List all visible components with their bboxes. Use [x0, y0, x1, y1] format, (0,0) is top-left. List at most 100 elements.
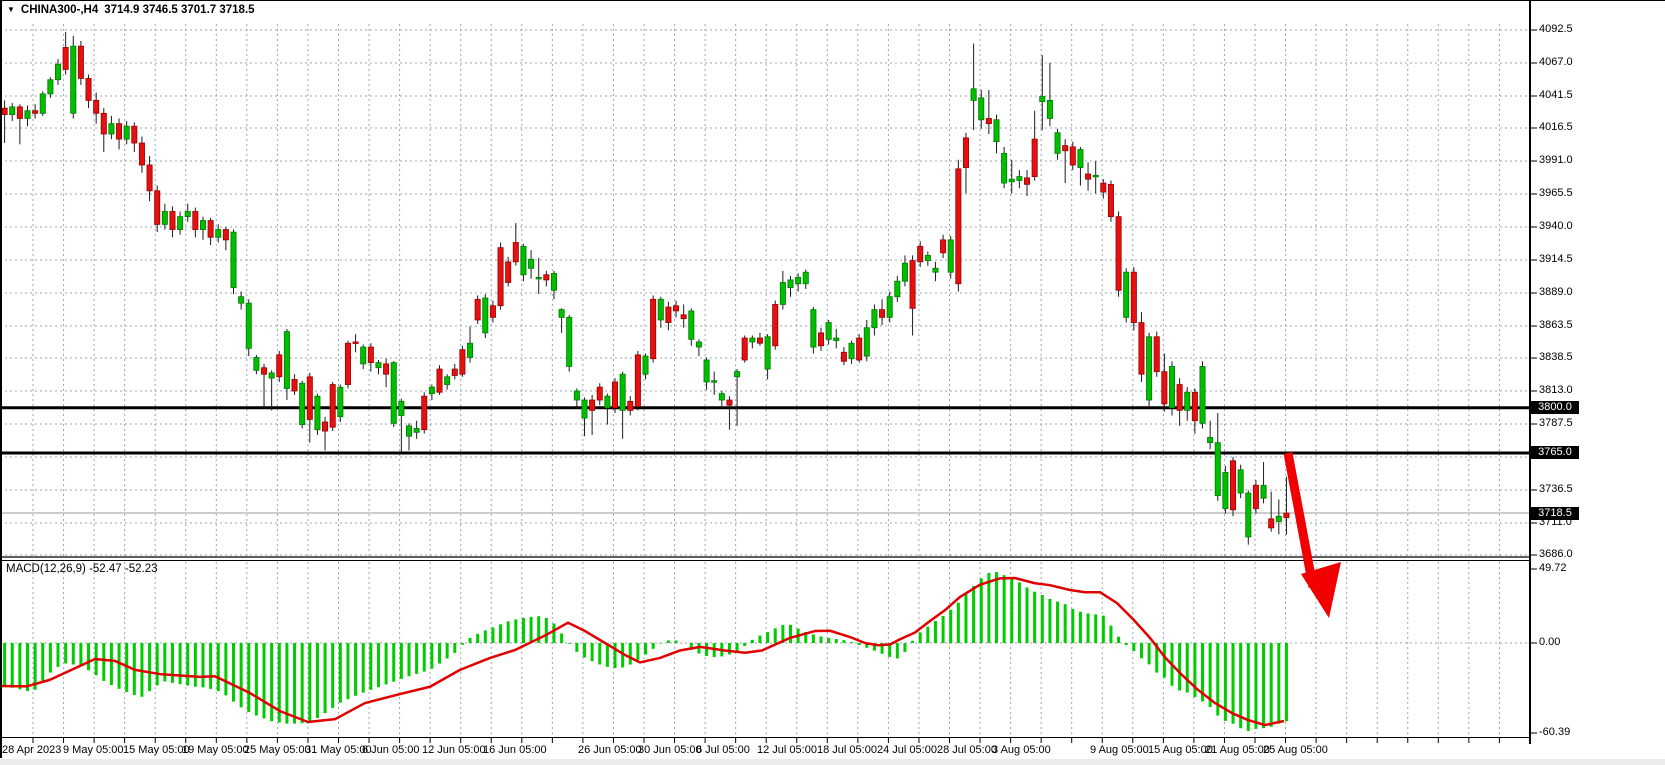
- macd-axis-label: -60.39: [1539, 726, 1570, 738]
- candle-body: [605, 396, 610, 408]
- price-axis-label: 3965.5: [1539, 187, 1573, 199]
- down-arrow-shaft[interactable]: [1288, 453, 1313, 587]
- candle-body: [628, 401, 633, 410]
- candle-body: [727, 400, 732, 405]
- candle-body: [63, 47, 68, 69]
- candle-body: [124, 126, 129, 139]
- candle-body: [918, 246, 923, 261]
- time-axis-label: 28 Apr 2023: [2, 744, 61, 756]
- candle-body: [1208, 437, 1213, 442]
- candle-body: [818, 333, 823, 346]
- candle-body: [1070, 147, 1075, 165]
- candle-body: [277, 355, 282, 377]
- candle-body: [384, 364, 389, 374]
- candle-body: [498, 248, 503, 306]
- candle-body: [445, 377, 450, 385]
- candle-body: [437, 369, 442, 392]
- price-axis-label: 3863.5: [1539, 319, 1573, 331]
- candle-body: [147, 165, 152, 191]
- candle-body: [895, 281, 900, 296]
- candle-body: [48, 80, 53, 94]
- candle-body: [1101, 183, 1106, 192]
- candle-body: [1139, 323, 1144, 375]
- symbol-name: CHINA300-,H4: [21, 4, 98, 16]
- candle-body: [513, 242, 518, 261]
- candle-body: [216, 230, 221, 238]
- candle-body: [910, 261, 915, 309]
- time-axis-label: 28 Jul 05:00: [937, 744, 997, 756]
- candle-body: [338, 387, 343, 417]
- candle-body: [261, 368, 266, 374]
- candle-body: [483, 298, 488, 333]
- candle-body: [1154, 337, 1159, 372]
- time-axis-label: 9 May 05:00: [63, 744, 124, 756]
- candle-body: [803, 272, 808, 284]
- candle-body: [979, 98, 984, 120]
- candle-body: [200, 221, 205, 230]
- price-axis-label: 3838.5: [1539, 351, 1573, 363]
- candle-body: [78, 46, 83, 78]
- candle-body: [345, 343, 350, 384]
- candle-body: [139, 143, 144, 165]
- candle-body: [582, 400, 587, 418]
- symbol-dropdown-icon[interactable]: ▼: [7, 5, 15, 14]
- time-axis-label: 9 Aug 05:00: [1090, 744, 1149, 756]
- time-axis-label: 12 Jun 05:00: [422, 744, 486, 756]
- candle-body: [1078, 149, 1083, 167]
- candle-body: [292, 379, 297, 391]
- candle-body: [765, 337, 770, 369]
- price-axis-label: 3736.5: [1539, 483, 1573, 495]
- candle-body: [17, 107, 22, 119]
- candle-body: [269, 373, 274, 378]
- time-axis-label: 25 Aug 05:00: [1263, 744, 1328, 756]
- candle-body: [1253, 485, 1258, 508]
- candle-body: [1002, 153, 1007, 183]
- window-bottom-edge: [0, 759, 1665, 765]
- candle-body: [86, 78, 91, 100]
- candle-body: [25, 111, 30, 119]
- candle-body: [643, 356, 648, 374]
- candle-body: [994, 120, 999, 142]
- time-axis-label: 26 Jun 05:00: [578, 744, 642, 756]
- time-axis-label: 16 Jun 05:00: [483, 744, 547, 756]
- candle-body: [55, 64, 60, 79]
- candle-body: [1246, 493, 1251, 537]
- candle-body: [658, 299, 663, 320]
- candle-body: [322, 422, 327, 431]
- candle-body: [109, 124, 114, 134]
- candle-body: [391, 363, 396, 424]
- candle-body: [574, 391, 579, 400]
- price-axis-label: 3914.5: [1539, 253, 1573, 265]
- chart-plot-area[interactable]: [0, 0, 1665, 765]
- candle-body: [467, 343, 472, 357]
- time-axis-label: 6 Jul 05:00: [696, 744, 750, 756]
- candle-body: [780, 283, 785, 305]
- candle-body: [1116, 217, 1121, 291]
- candle-body: [361, 347, 366, 364]
- time-axis-label: 18 Jul 05:00: [817, 744, 877, 756]
- time-axis-label: 30 Jun 05:00: [638, 744, 702, 756]
- time-axis-label: 15 Aug 05:00: [1148, 744, 1213, 756]
- macd-signal-line: [0, 578, 1284, 725]
- price-axis-label: 4067.0: [1539, 56, 1573, 68]
- candle-body: [1093, 175, 1098, 177]
- candle-body: [887, 297, 892, 318]
- candle-body: [414, 428, 419, 432]
- candle-body: [689, 311, 694, 339]
- candle-body: [544, 275, 549, 280]
- candle-body: [307, 377, 312, 420]
- candle-body: [864, 328, 869, 356]
- trading-chart-window: ▼ CHINA300-,H4 3714.9 3746.5 3701.7 3718…: [0, 0, 1665, 765]
- candle-body: [841, 352, 846, 361]
- candle-body: [750, 338, 755, 342]
- candle-body: [597, 387, 602, 400]
- price-axis-label: 4041.5: [1539, 89, 1573, 101]
- candle-body: [1147, 337, 1152, 400]
- candle-body: [254, 357, 259, 370]
- candle-body: [757, 338, 762, 343]
- candle-body: [551, 273, 556, 290]
- candle-body: [422, 396, 427, 430]
- candle-body: [33, 111, 38, 114]
- candle-body: [155, 191, 160, 225]
- candle-body: [223, 230, 228, 240]
